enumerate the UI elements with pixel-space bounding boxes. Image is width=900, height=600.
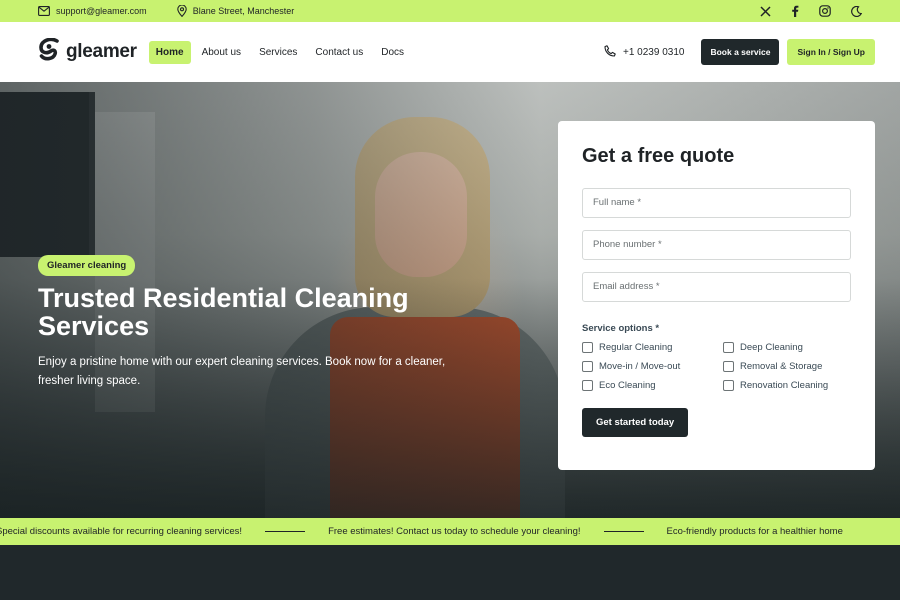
nav-about-us[interactable]: About us [195, 41, 248, 64]
option-renovation-cleaning[interactable]: Renovation Cleaning [723, 380, 851, 391]
checkbox[interactable] [582, 361, 593, 372]
ticker-item: Eco-friendly products for a healthier ho… [666, 526, 843, 537]
quote-title: Get a free quote [582, 145, 735, 167]
ticker-item: Special discounts available for recurrin… [0, 526, 243, 537]
option-label: Move-in / Move-out [599, 361, 681, 372]
checkbox[interactable] [723, 380, 734, 391]
option-label: Renovation Cleaning [740, 380, 829, 391]
option-removal-storage[interactable]: Removal & Storage [723, 361, 851, 372]
option-label: Regular Cleaning [599, 342, 673, 353]
location-pin-icon [176, 5, 187, 17]
nav-contact-us[interactable]: Contact us [308, 41, 370, 64]
service-options-group: Regular Cleaning Deep Cleaning Move-in /… [582, 342, 851, 391]
top-bar: support@gleamer.com Blane Street, Manche… [0, 0, 900, 22]
ticker-item: Free estimates! Contact us today to sche… [328, 526, 581, 537]
hero-badge: Gleamer cleaning [38, 255, 136, 276]
instagram-icon[interactable] [819, 5, 831, 17]
option-eco-cleaning[interactable]: Eco Cleaning [582, 380, 723, 391]
quote-form-card: Get a free quote Service options * Regul… [558, 121, 875, 470]
checkbox[interactable] [582, 380, 593, 391]
social-links [760, 5, 862, 17]
service-options-label: Service options * [582, 323, 660, 334]
get-started-button[interactable]: Get started today [582, 408, 689, 437]
email-address-input[interactable] [593, 273, 840, 301]
nav-home[interactable]: Home [148, 40, 191, 64]
phone-number[interactable]: +1 0239 0310 [623, 47, 684, 58]
option-label: Eco Cleaning [599, 380, 656, 391]
phone-icon [604, 44, 616, 60]
signin-signup-button[interactable]: Sign In / Sign Up [787, 39, 875, 65]
option-deep-cleaning[interactable]: Deep Cleaning [723, 342, 851, 353]
facebook-icon[interactable] [791, 5, 799, 17]
book-service-button[interactable]: Book a service [701, 39, 780, 65]
address-contact: Blane Street, Manchester [176, 5, 295, 17]
hero-title: Trusted Residential Cleaning Services [38, 283, 409, 341]
checkbox[interactable] [723, 342, 734, 353]
email-contact[interactable]: support@gleamer.com [38, 6, 147, 16]
option-label: Removal & Storage [740, 361, 823, 372]
option-label: Deep Cleaning [740, 342, 803, 353]
header-actions: +1 0239 0310 Book a service Sign In / Si… [604, 39, 875, 65]
full-name-field[interactable] [582, 188, 851, 218]
phone-link[interactable]: +1 0239 0310 [604, 44, 684, 60]
option-regular-cleaning[interactable]: Regular Cleaning [582, 342, 723, 353]
option-move-in-move-out[interactable]: Move-in / Move-out [582, 361, 723, 372]
checkbox[interactable] [723, 361, 734, 372]
ticker-separator [265, 531, 306, 532]
checkbox[interactable] [582, 342, 593, 353]
x-icon[interactable] [760, 5, 771, 17]
logo-mark-icon [38, 37, 62, 67]
phone-number-input[interactable] [593, 231, 840, 259]
brand-logo[interactable]: gleamer [38, 37, 137, 67]
phone-number-field[interactable] [582, 230, 851, 260]
next-section-dark [0, 545, 900, 600]
address-text: Blane Street, Manchester [192, 6, 295, 16]
full-name-input[interactable] [593, 189, 840, 217]
nav-services[interactable]: Services [252, 41, 304, 64]
main-nav: Home About us Services Contact us Docs [148, 40, 411, 64]
ticker-separator [603, 531, 644, 532]
email-text[interactable]: support@gleamer.com [56, 6, 147, 16]
mail-icon [38, 6, 50, 16]
email-address-field[interactable] [582, 272, 851, 302]
main-header: gleamer Home About us Services Contact u… [0, 22, 900, 82]
moon-icon[interactable] [851, 5, 862, 17]
logo-text: gleamer [66, 41, 137, 62]
nav-docs[interactable]: Docs [374, 41, 411, 64]
promo-ticker: Special discounts available for recurrin… [0, 518, 900, 545]
hero-content: Gleamer cleaning Trusted Residential Cle… [38, 255, 498, 391]
hero-description: Enjoy a pristine home with our expert cl… [38, 356, 446, 387]
